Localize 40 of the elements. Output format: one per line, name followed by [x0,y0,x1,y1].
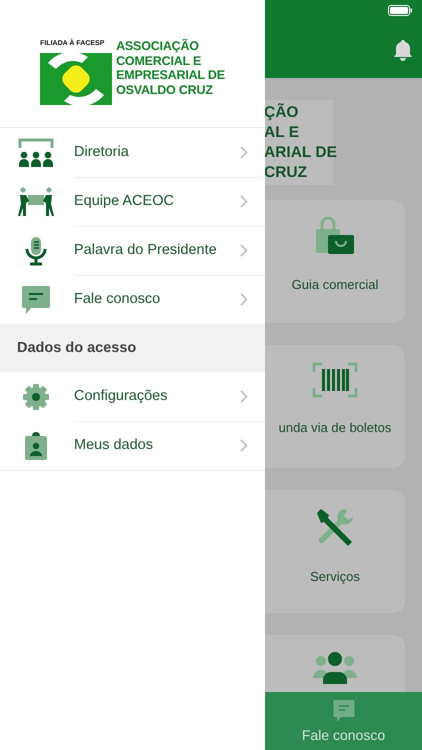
menu-item[interactable]: Palavra do Presidente [74,242,217,258]
meeting-icon [18,138,54,168]
bell-icon [393,39,413,61]
chevron-right-icon [240,390,248,402]
logo-text: ÇÃO [265,103,300,123]
tools-icon [315,507,355,547]
card-label: Serviços [310,569,360,584]
chat-bubble-icon [332,699,354,723]
logo-text: OSVALDO CRUZ [116,82,214,97]
menu-card[interactable] [265,635,405,692]
shopping-bag-icon [314,217,356,255]
group-icon [312,652,358,684]
card-label: Guia comercial [292,277,378,292]
menu-card[interactable]: unda via de boletos [265,345,405,468]
logo-emblem-icon [40,53,112,105]
menu-item[interactable]: Equipe ACEOC [74,193,174,209]
battery-icon [388,5,412,16]
barcode-scan-icon [312,362,358,398]
gear-icon [22,382,50,410]
chevron-right-icon [240,438,248,452]
logo-text: COMERCIAL E [116,54,202,68]
menu-card[interactable]: Guia comercial [265,200,405,323]
menu-item[interactable]: Configurações [74,388,168,404]
section-title: Dados do acesso [17,340,136,356]
chevron-right-icon [240,292,248,306]
chevron-right-icon [240,194,248,208]
logo-text: CRUZ [265,163,308,183]
chevron-right-icon [240,146,248,158]
menu-item[interactable]: Meus dados [74,437,153,453]
people-carrying-box-icon [17,186,55,216]
logo-text: ASSOCIAÇÃO [116,39,200,54]
card-label: unda via de boletos [278,420,392,435]
menu-item[interactable]: Diretoria [74,144,129,160]
chat-bubble-icon [21,284,51,314]
menu-item[interactable]: Fale conosco [74,291,160,307]
id-badge-icon [24,430,48,460]
chevron-right-icon [240,244,248,256]
logo-text: EMPRESARIAL DE [116,68,225,82]
menu-card[interactable]: Serviços [265,490,405,613]
microphone-icon [24,236,48,266]
